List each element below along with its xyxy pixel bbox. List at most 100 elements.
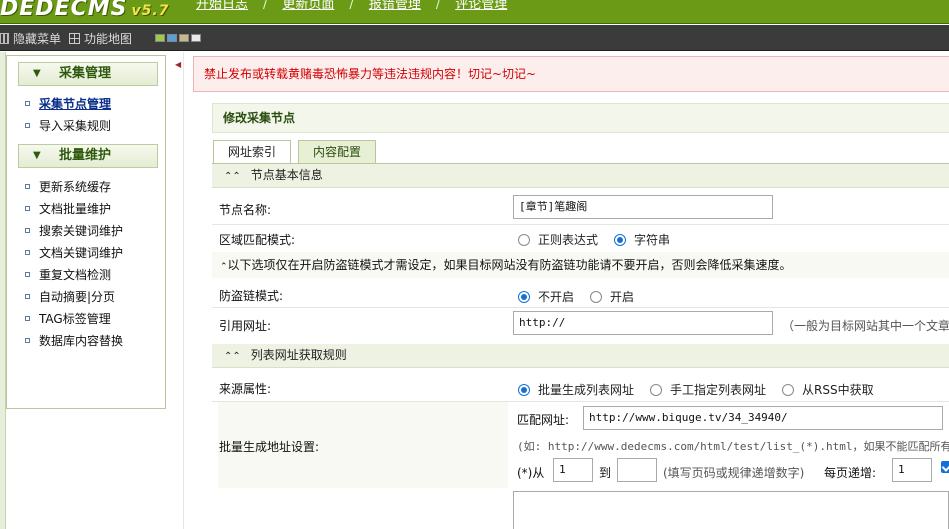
- radio-label: 正则表达式: [538, 233, 599, 247]
- batch-settings-label: 批量生成地址设置:: [219, 440, 320, 454]
- section-title: 节点基本信息: [250, 168, 323, 182]
- chevron-down-icon: ▼: [33, 68, 41, 79]
- sidebar-item-label: 自动摘要|分页: [39, 289, 116, 304]
- step-input[interactable]: 1: [892, 458, 932, 482]
- referer-note: （一般为目标网站其中一个文章页网址）: [782, 319, 949, 333]
- match-mode-label: 区域匹配模式:: [219, 233, 296, 247]
- step-checkbox[interactable]: [941, 461, 949, 473]
- bullet-icon: [25, 183, 30, 189]
- menu-group-title: 批量维护: [59, 148, 112, 163]
- hotlink-off-radio[interactable]: [518, 290, 530, 303]
- node-name-label: 节点名称:: [219, 203, 272, 217]
- top-header: DEDECMS v5.7 开始日志 / 更新页面 / 报错管理 / 评论管理: [0, 0, 949, 24]
- bullet-icon: [25, 315, 30, 321]
- sidebar-item-search-keyword[interactable]: 搜索关键词维护: [25, 221, 123, 239]
- sidebar-item-label: 重复文档检测: [39, 267, 112, 282]
- radio-label: 批量生成列表网址: [538, 383, 635, 397]
- sidebar-toggle-column[interactable]: ◀: [172, 52, 184, 529]
- theme-swatch-blue[interactable]: [167, 34, 177, 42]
- sidebar-item-node-manage[interactable]: 采集节点管理: [25, 94, 111, 112]
- grid-map-icon: [69, 33, 80, 44]
- tab-content-config[interactable]: 内容配置: [298, 140, 377, 164]
- theme-swatch-tan[interactable]: [179, 34, 189, 42]
- sidebar-item-db-replace[interactable]: 数据库内容替换: [25, 331, 123, 349]
- warning-banner: 禁止发布或转载黄赌毒恐怖暴力等违法违规内容！切记~切记~: [193, 56, 949, 92]
- sidebar-item-doc-batch[interactable]: 文档批量维护: [25, 199, 111, 217]
- top-nav: 开始日志 / 更新页面 / 报错管理 / 评论管理: [196, 0, 507, 14]
- theme-swatch-white[interactable]: [191, 34, 201, 42]
- manual-urls-textarea[interactable]: [513, 491, 949, 529]
- logo-text: DEDECMS: [0, 0, 128, 21]
- to-label: 到: [599, 466, 612, 480]
- match-url-example: (如: http://www.dedecms.com/html/test/lis…: [517, 440, 949, 453]
- radio-label: 不开启: [538, 290, 575, 304]
- bullet-icon: [25, 205, 30, 211]
- bullet-icon: [25, 122, 30, 128]
- from-input[interactable]: 1: [553, 458, 593, 482]
- match-url-input[interactable]: http://www.biquge.tv/34_34940/: [583, 406, 943, 430]
- function-map-button[interactable]: 功能地图: [69, 30, 132, 47]
- bullet-icon: [25, 227, 30, 233]
- nav-start-log[interactable]: 开始日志: [196, 0, 248, 12]
- sidebar-item-tag-manage[interactable]: TAG标签管理: [25, 309, 111, 327]
- sidebar-item-doc-keyword[interactable]: 文档关键词维护: [25, 243, 123, 261]
- sidebar-item-auto-summary[interactable]: 自动摘要|分页: [25, 287, 115, 305]
- hotlink-on-radio[interactable]: [590, 290, 603, 303]
- nav-separator: /: [349, 0, 354, 12]
- nav-comment-manage[interactable]: 评论管理: [455, 0, 507, 12]
- node-name-input[interactable]: [章节]笔趣阁: [513, 195, 773, 219]
- sidebar-item-label: 数据库内容替换: [39, 333, 124, 348]
- dedecms-logo: DEDECMS v5.7: [0, 0, 169, 21]
- nav-error-manage[interactable]: 报错管理: [369, 0, 421, 12]
- sidebar-item-label: 导入采集规则: [39, 118, 112, 133]
- match-mode-string-radio[interactable]: [614, 233, 627, 246]
- section-basic-info[interactable]: ⌃⌃ 节点基本信息: [212, 164, 949, 188]
- sidebar-item-update-cache[interactable]: 更新系统缓存: [25, 177, 111, 195]
- sidebar-item-label: 搜索关键词维护: [39, 223, 124, 238]
- section-list-rule[interactable]: ⌃⌃ 列表网址获取规则: [212, 344, 949, 368]
- source-batch-radio[interactable]: [518, 383, 530, 396]
- match-mode-regex-radio[interactable]: [518, 233, 530, 246]
- nav-separator: /: [435, 0, 441, 12]
- hotlink-mode-group: 不开启 开启: [518, 288, 650, 305]
- chevron-up-icon: ⌃⌃: [224, 351, 241, 362]
- chevron-up-small-icon: ⌃: [220, 262, 228, 272]
- hotlink-hint: ⌃以下选项仅在开启防盗链模式才需设定，如果目标网站没有防盗链功能请不要开启，否则…: [212, 252, 949, 278]
- hide-menu-label: 隐藏菜单: [13, 32, 62, 46]
- tab-url-index[interactable]: 网址索引: [213, 140, 292, 164]
- menu-group-collect[interactable]: ▼ 采集管理: [18, 62, 158, 86]
- nav-update-page[interactable]: 更新页面: [282, 0, 334, 12]
- section-title: 列表网址获取规则: [250, 348, 347, 362]
- bullet-icon: [25, 271, 30, 277]
- theme-swatch-green[interactable]: [155, 34, 165, 42]
- source-group: 批量生成列表网址 手工指定列表网址 从RSS中获取: [518, 381, 890, 398]
- menu-group-title: 采集管理: [59, 66, 112, 81]
- function-map-label: 功能地图: [84, 32, 133, 46]
- sidebar-item-label: TAG标签管理: [39, 311, 111, 326]
- sidebar: ▼ 采集管理 采集节点管理 导入采集规则 ▼ 批量维护 更新系统缓存 文档批量维…: [6, 55, 166, 409]
- from-label: (*)从: [517, 466, 545, 480]
- sidebar-item-label: 文档关键词维护: [39, 245, 124, 260]
- sidebar-item-import-rule[interactable]: 导入采集规则: [25, 116, 111, 134]
- bullet-icon: [25, 249, 30, 255]
- to-input[interactable]: [617, 458, 657, 482]
- referer-input[interactable]: http://: [513, 311, 773, 335]
- sidebar-item-label: 文档批量维护: [39, 201, 112, 216]
- step-label: 每页递增:: [824, 466, 877, 480]
- nav-separator: /: [263, 0, 268, 12]
- radio-label: 开启: [610, 290, 635, 304]
- hotlink-mode-label: 防盗链模式:: [219, 289, 284, 303]
- logo-version: v5.7: [131, 3, 170, 19]
- page-title: 修改采集节点: [212, 103, 949, 133]
- hide-menu-button[interactable]: 隐藏菜单: [0, 30, 61, 47]
- toolbar: 隐藏菜单 功能地图: [0, 25, 949, 51]
- menu-group-batch[interactable]: ▼ 批量维护: [18, 144, 158, 168]
- collapse-arrow-icon: ◀: [175, 60, 182, 69]
- source-rss-radio[interactable]: [782, 383, 795, 396]
- sidebar-item-label: 更新系统缓存: [39, 179, 112, 194]
- source-label: 来源属性:: [219, 382, 272, 396]
- radio-label: 字符串: [634, 233, 671, 247]
- source-manual-radio[interactable]: [650, 383, 663, 396]
- hotlink-hint-text: 以下选项仅在开启防盗链模式才需设定，如果目标网站没有防盗链功能请不要开启，否则会…: [227, 258, 792, 272]
- sidebar-item-duplicate-check[interactable]: 重复文档检测: [25, 265, 111, 283]
